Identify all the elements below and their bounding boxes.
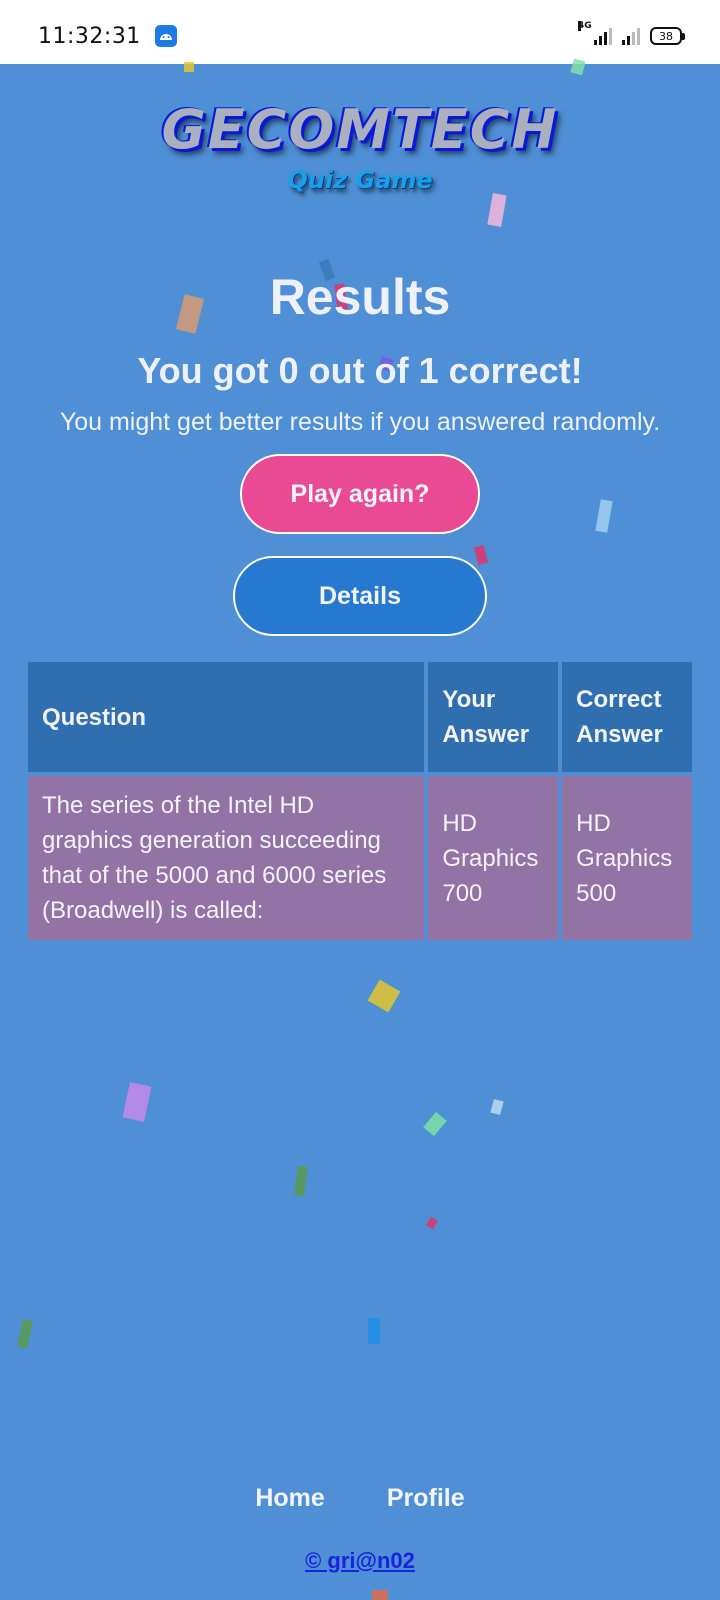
status-right: 4G 38 (578, 21, 685, 45)
confetti-piece (184, 62, 194, 72)
signal-icon-sim2 (622, 27, 640, 45)
confetti-piece (368, 1318, 380, 1344)
confetti-piece (473, 545, 489, 565)
confetti-piece (423, 1111, 447, 1137)
battery-level: 38 (659, 29, 673, 43)
your-answer-cell: HD Graphics 700 (428, 776, 559, 940)
profile-link[interactable]: Profile (387, 1484, 465, 1513)
status-left: 11:32:31 (38, 24, 177, 49)
play-again-button[interactable]: Play again? (240, 454, 480, 534)
copyright: © gri@n02 (0, 1548, 720, 1574)
score-text: You got 0 out of 1 correct! (137, 350, 583, 391)
clock: 11:32:31 (38, 23, 141, 49)
table-header-row: Question Your Answer Correct Answer (28, 662, 692, 772)
details-button[interactable]: Details (233, 556, 487, 636)
confetti-piece (372, 1590, 388, 1600)
header-your-answer: Your Answer (428, 662, 559, 772)
results-table: Question Your Answer Correct Answer The … (24, 658, 696, 944)
confetti-piece (490, 1098, 504, 1116)
logo-title: GECOMTECH (161, 98, 559, 161)
signal-icon-sim1: 4G (578, 21, 612, 45)
confetti-piece (367, 979, 401, 1013)
confetti-piece (570, 58, 586, 76)
header-correct-answer: Correct Answer (562, 662, 692, 772)
header-question: Question (28, 662, 425, 772)
confetti-piece (487, 193, 507, 227)
android-app-icon (154, 25, 177, 47)
question-cell: The series of the Intel HD graphics gene… (28, 776, 425, 940)
confetti-piece (122, 1082, 152, 1122)
page-title: Results (269, 269, 451, 325)
table-row: The series of the Intel HD graphics gene… (28, 776, 692, 940)
hint-text: You might get better results if you answ… (59, 408, 661, 436)
logo-subtitle: Quiz Game (287, 166, 433, 194)
confetti-piece (426, 1216, 438, 1230)
copyright-link[interactable]: © gri@n02 (305, 1548, 415, 1573)
confetti-piece (293, 1165, 309, 1197)
app-logo: GECOMTECH Quiz Game (0, 98, 720, 195)
home-link[interactable]: Home (255, 1484, 324, 1513)
footer-nav: Home Profile (0, 1484, 720, 1513)
status-bar: 11:32:31 4G 38 (0, 0, 720, 64)
confetti-piece (595, 499, 613, 533)
battery-icon: 38 (650, 27, 685, 45)
confetti-piece (17, 1319, 33, 1349)
correct-answer-cell: HD Graphics 500 (562, 776, 692, 940)
network-type-label: 4G (578, 21, 592, 31)
